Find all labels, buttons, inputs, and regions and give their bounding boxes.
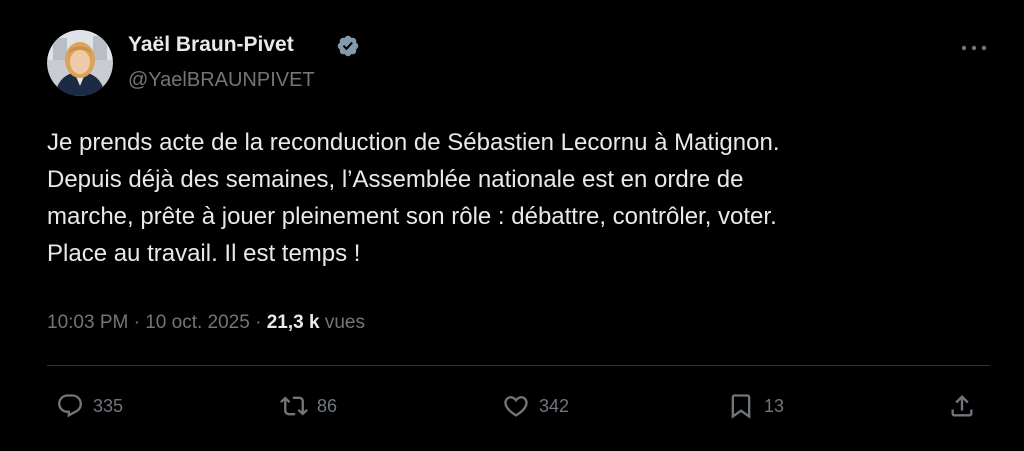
- author-display-name[interactable]: Yaël Braun-Pivet: [128, 33, 294, 57]
- divider: [47, 365, 990, 366]
- tweet-card: Yaël Braun-Pivet @YaelBRAUNPIVET Je pren…: [0, 0, 1024, 451]
- views-count[interactable]: 21,3 k: [267, 312, 320, 333]
- profile-photo-icon: [47, 30, 113, 96]
- bookmark-count: 13: [764, 395, 785, 416]
- tweet-time[interactable]: 10:03 PM: [47, 312, 128, 333]
- author-handle[interactable]: @YaelBRAUNPIVET: [128, 69, 315, 92]
- bookmark-button[interactable]: 13: [727, 390, 784, 422]
- tweet-text: Je prends acte de la reconduction de Séb…: [47, 124, 987, 272]
- tweet-text-line: Je prends acte de la reconduction de Séb…: [47, 129, 780, 156]
- repost-count: 86: [317, 395, 338, 416]
- reply-icon: [58, 394, 82, 418]
- tweet-metadata: 10:03 PM · 10 oct. 2025 · 21,3 k vues: [47, 312, 365, 334]
- verified-badge-icon[interactable]: [336, 34, 360, 58]
- tweet-text-line: Depuis déjà des semaines, l’Assemblée na…: [47, 166, 744, 193]
- heart-icon: [504, 396, 528, 417]
- repost-icon: [280, 396, 308, 416]
- share-button[interactable]: [948, 390, 976, 422]
- views-label: vues: [324, 312, 365, 333]
- repost-button[interactable]: 86: [280, 390, 337, 422]
- avatar[interactable]: [47, 30, 113, 96]
- reply-count: 335: [93, 395, 124, 416]
- meta-separator: ·: [133, 312, 140, 333]
- tweet-text-line: Place au travail. Il est temps !: [47, 240, 361, 267]
- like-button[interactable]: 342: [502, 390, 569, 422]
- reply-button[interactable]: 335: [56, 390, 123, 422]
- tweet-text-line: marche, prête à jouer pleinement son rôl…: [47, 203, 777, 230]
- share-icon: [951, 395, 973, 417]
- tweet-date[interactable]: 10 oct. 2025: [145, 312, 250, 333]
- bookmark-icon: [731, 394, 751, 419]
- like-count: 342: [539, 395, 570, 416]
- meta-separator: ·: [255, 312, 262, 333]
- more-options-icon[interactable]: [956, 36, 992, 60]
